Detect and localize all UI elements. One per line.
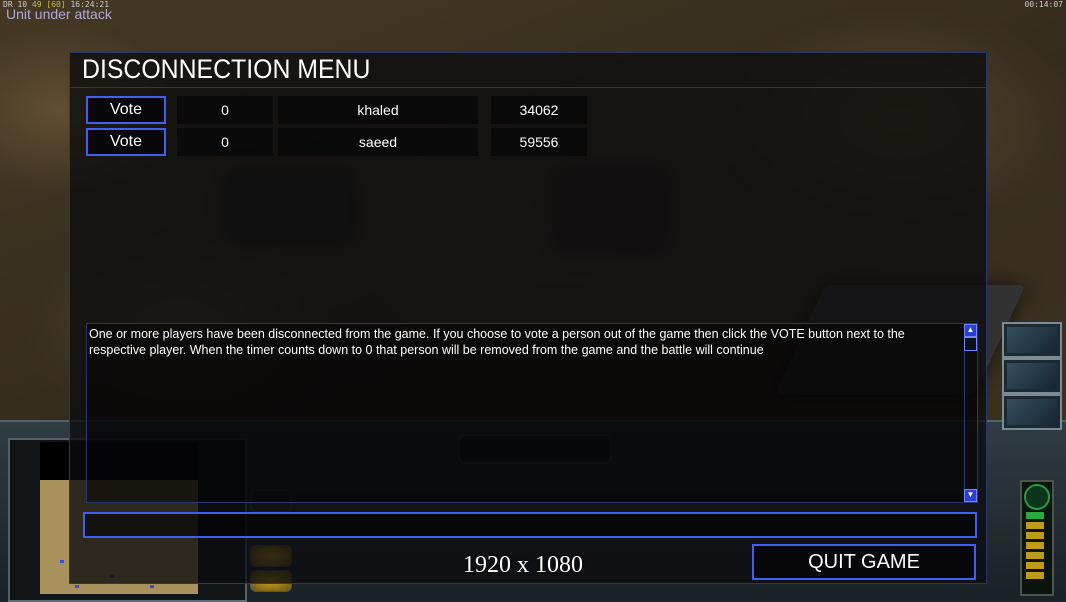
menu-title-bar: DISCONNECTION MENU: [70, 53, 986, 88]
vote-button[interactable]: Vote: [86, 128, 166, 156]
scroll-down-icon[interactable]: ▼: [964, 489, 977, 502]
quit-game-button[interactable]: QUIT GAME: [752, 544, 976, 580]
player-ping: 59556: [491, 128, 587, 156]
menu-title: DISCONNECTION MENU: [82, 54, 371, 84]
vote-timer: 0: [177, 96, 273, 124]
chat-input[interactable]: [83, 512, 977, 538]
player-name: khaled: [278, 96, 478, 124]
resolution-label: 1920 x 1080: [463, 552, 583, 578]
disconnect-message: One or more players have been disconnect…: [89, 327, 905, 357]
vote-button[interactable]: Vote: [86, 96, 166, 124]
player-ping: 34062: [491, 96, 587, 124]
player-name: saeed: [278, 128, 478, 156]
disconnection-menu: DISCONNECTION MENU Vote 0 khaled 34062 V…: [69, 52, 987, 584]
message-scrollbar[interactable]: ▲ ▼: [964, 324, 977, 502]
scroll-thumb[interactable]: [964, 337, 977, 351]
message-box: One or more players have been disconnect…: [86, 323, 978, 503]
scroll-up-icon[interactable]: ▲: [964, 324, 977, 337]
vote-timer: 0: [177, 128, 273, 156]
